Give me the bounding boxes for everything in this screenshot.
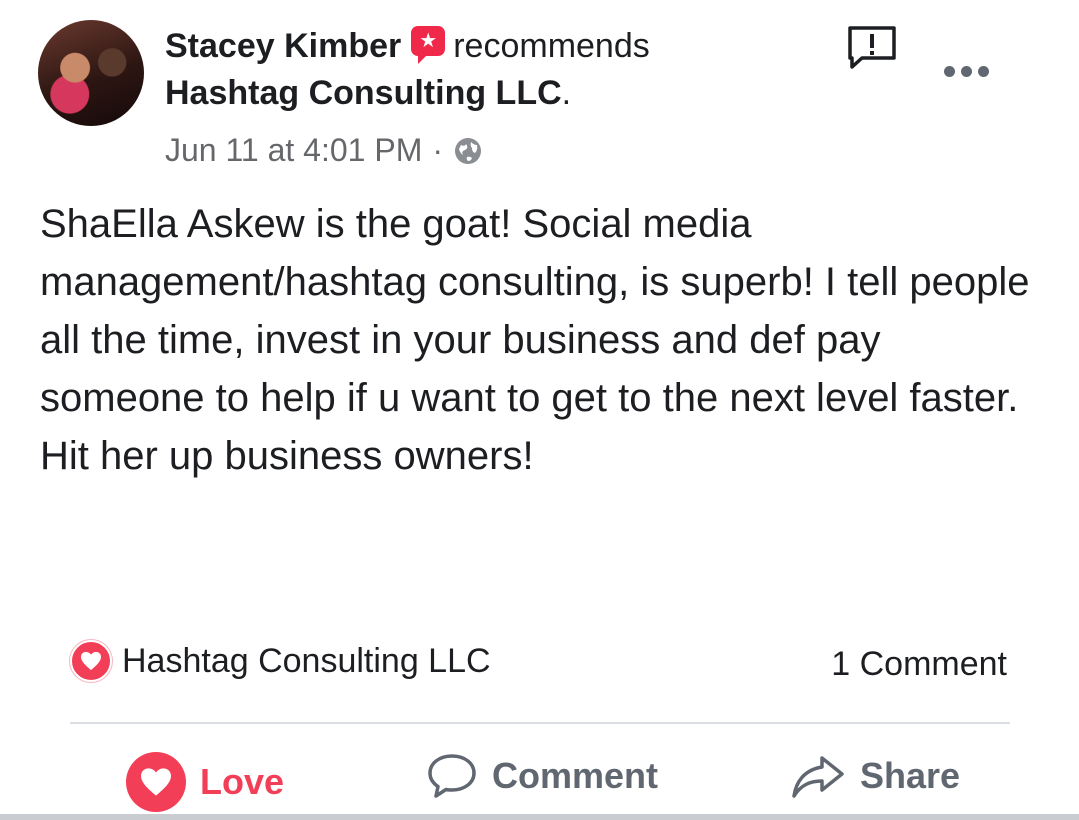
post-timestamp[interactable]: Jun 11 at 4:01 PM bbox=[165, 132, 422, 169]
author-name[interactable]: Stacey Kimber bbox=[165, 27, 401, 66]
reactor-name: Hashtag Consulting LLC bbox=[122, 641, 491, 680]
more-options-icon[interactable] bbox=[944, 58, 994, 84]
reaction-summary[interactable]: Hashtag Consulting LLC bbox=[70, 640, 491, 682]
comment-label: Comment bbox=[492, 755, 659, 796]
globe-icon bbox=[455, 137, 481, 164]
comment-icon bbox=[428, 754, 476, 798]
comment-count[interactable]: 1 Comment bbox=[831, 645, 1007, 684]
divider bbox=[70, 722, 1010, 724]
page-suffix: . bbox=[561, 74, 572, 112]
love-heart-icon bbox=[126, 752, 186, 812]
meta-separator: · bbox=[432, 132, 443, 168]
recommend-star-icon: ★ bbox=[411, 25, 446, 64]
love-label: Love bbox=[200, 761, 285, 802]
report-icon[interactable] bbox=[846, 24, 898, 70]
share-label: Share bbox=[860, 755, 961, 796]
recommends-label: recommends bbox=[453, 27, 650, 65]
share-arrow-icon bbox=[792, 756, 844, 798]
post-body: ShaElla Askew is the goat! Social media … bbox=[40, 202, 1030, 478]
page-name-link[interactable]: Hashtag Consulting LLC bbox=[165, 74, 562, 112]
post-meta: Jun 11 at 4:01 PM · bbox=[165, 132, 483, 169]
heart-icon bbox=[70, 640, 112, 682]
share-button[interactable]: Share bbox=[790, 752, 960, 800]
bottom-edge bbox=[0, 814, 1079, 820]
recommended-page: Hashtag Consulting LLC. bbox=[165, 74, 571, 113]
author-avatar[interactable] bbox=[38, 20, 144, 126]
love-button[interactable]: Love bbox=[126, 752, 284, 812]
comment-button[interactable]: Comment bbox=[426, 752, 658, 800]
post-header: Stacey Kimber ★ recommends bbox=[165, 25, 650, 66]
